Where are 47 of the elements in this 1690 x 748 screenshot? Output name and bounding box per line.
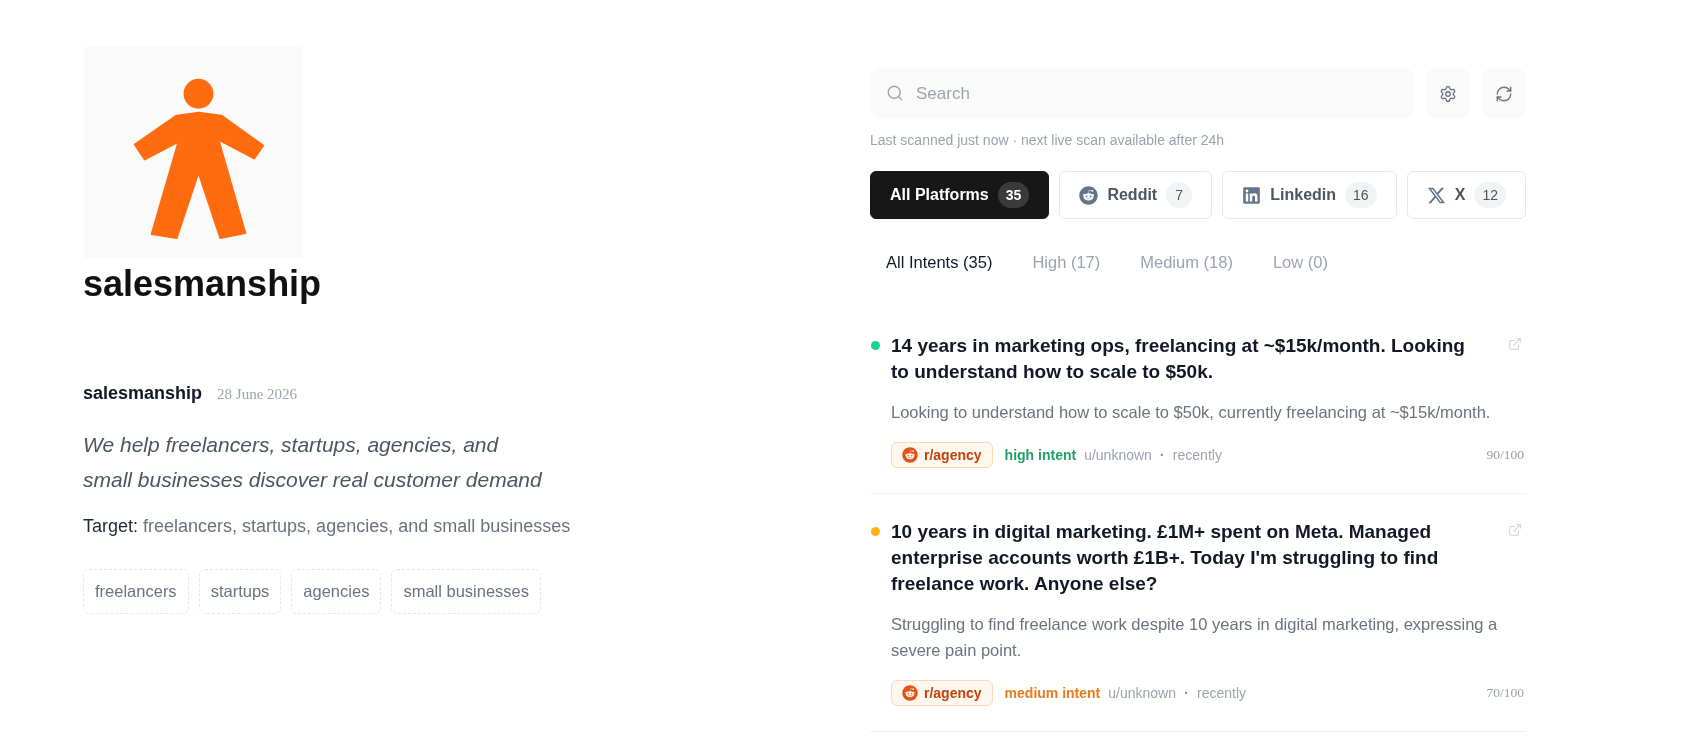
separator-dot: ·	[1159, 444, 1165, 465]
settings-icon	[1439, 84, 1457, 103]
search-field[interactable]: Search	[870, 68, 1414, 119]
intent-label: high intent	[1004, 445, 1077, 465]
count-badge: 12	[1474, 182, 1506, 208]
post-time: recently	[1172, 445, 1222, 465]
post-summary: Struggling to find freelance work despite 10 years in digital marketing, expressing a severe pain point.	[891, 614, 1499, 661]
post-time: recently	[1197, 683, 1246, 703]
target-audience-text: Target: freelancers, startups, agencies, and small businesses	[83, 515, 571, 538]
separator-dot: ·	[1184, 682, 1189, 703]
count-badge: 16	[1345, 182, 1377, 208]
external-link-icon[interactable]	[1508, 337, 1522, 351]
alien-face-icon	[1079, 185, 1099, 205]
intent-tab[interactable]: All Intents (35)	[870, 250, 1009, 274]
x-logo-icon	[1426, 185, 1446, 205]
author-name: salesmanship	[83, 382, 203, 405]
subreddit-link[interactable]: r/agency	[891, 442, 993, 468]
tagline: We help freelancers, startups, agencies, and small businesses discover real customer demand	[83, 432, 543, 493]
count-badge: 35	[997, 182, 1030, 208]
refresh-button[interactable]	[1482, 68, 1526, 119]
alien-face-icon	[902, 447, 918, 463]
count-badge: 7	[1166, 182, 1193, 208]
platform-tab[interactable]: Linkedin 16	[1222, 171, 1397, 219]
post-title: 10 years in digital marketing. £1M+ spent on Meta. Managed enterprise accounts worth £1B+. Today I'm struggling to find freelance work. Anyone else?	[891, 520, 1440, 596]
settings-button[interactable]	[1426, 68, 1470, 119]
post-summary: Looking to understand how to scale to $50k, currently freelancing at ~$15k/month.	[891, 402, 1492, 423]
external-link-icon[interactable]	[1508, 523, 1522, 537]
author-handle: u/unknown	[1108, 683, 1176, 703]
publish-date: 28 June 2026	[217, 385, 298, 404]
platform-tab[interactable]: X 12	[1406, 171, 1527, 219]
author-handle: u/unknown	[1084, 445, 1152, 465]
audience-tag: small businesses	[391, 569, 542, 614]
platform-tab[interactable]: Reddit 7	[1059, 171, 1213, 219]
subreddit-link[interactable]: r/agency	[891, 680, 993, 706]
brand-title: salesmanship	[83, 264, 322, 304]
relevance-score: 90/100	[1486, 445, 1524, 464]
audience-tag: agencies	[291, 569, 382, 614]
search-icon	[886, 84, 904, 102]
relevance-score: 70/100	[1486, 683, 1524, 702]
intent-label: medium intent	[1004, 683, 1101, 703]
scan-status-text: Last scanned just now · next live scan available after 24h	[870, 131, 1226, 150]
refresh-icon	[1495, 84, 1513, 103]
platform-tab[interactable]: All Platforms 35	[870, 171, 1050, 219]
audience-tag: startups	[198, 569, 282, 614]
post-title: 14 years in marketing ops, freelancing at ~$15k/month. Looking to understand how to scale to $50k.	[891, 334, 1466, 384]
audience-tag: freelancers	[83, 569, 189, 614]
alien-face-icon	[902, 685, 918, 701]
